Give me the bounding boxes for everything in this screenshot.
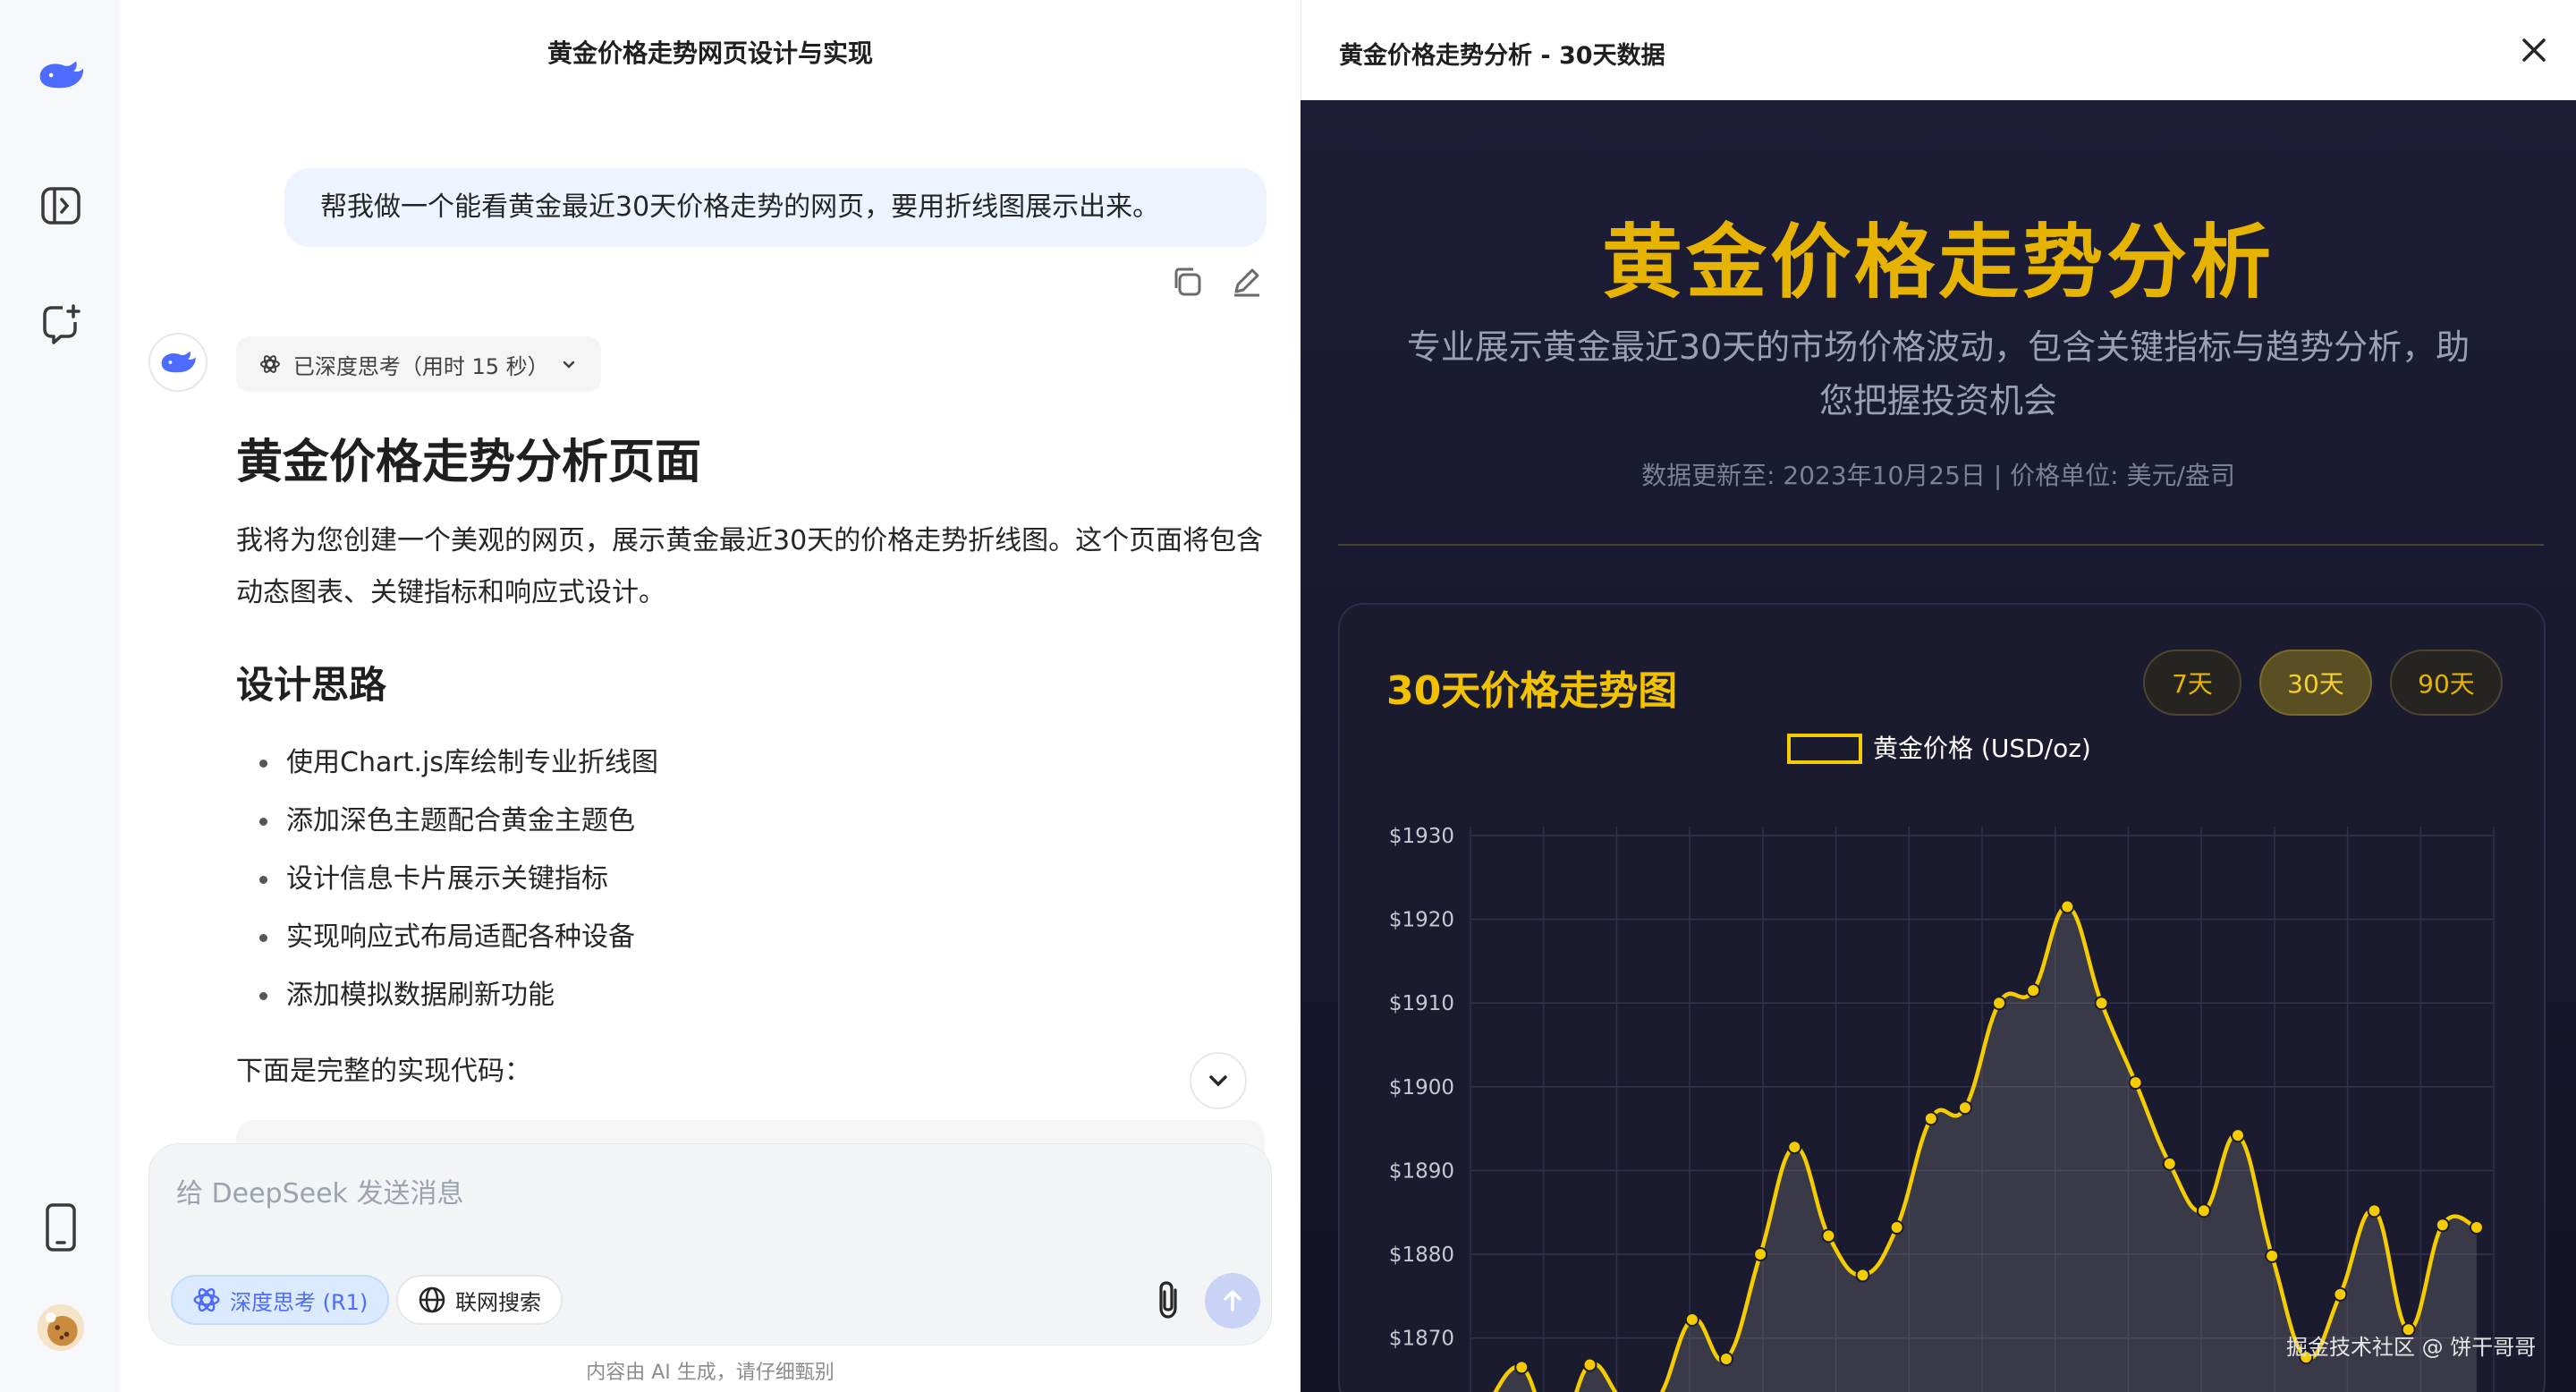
thinking-toggle[interactable]: 已深度思考（用时 15 秒） <box>236 336 601 392</box>
data-point[interactable] <box>2196 1203 2211 1218</box>
edit-icon[interactable] <box>1229 265 1263 302</box>
atom-icon <box>193 1287 220 1312</box>
y-tick-label: $1910 <box>1389 992 1454 1015</box>
chart-card-title: 30天价格走势图 <box>1386 668 1678 714</box>
data-point[interactable] <box>2162 1156 2177 1171</box>
data-point[interactable] <box>2333 1286 2348 1302</box>
data-point[interactable] <box>1514 1360 1530 1375</box>
data-point[interactable] <box>1821 1228 1836 1243</box>
divider <box>1338 544 2544 546</box>
user-avatar[interactable] <box>36 1303 86 1353</box>
list-item: 设计信息卡片展示关键指标 <box>259 850 658 908</box>
web-search-toggle[interactable]: 联网搜索 <box>396 1275 563 1325</box>
scroll-down-button[interactable] <box>1190 1052 1247 1109</box>
data-point[interactable] <box>1719 1352 1733 1366</box>
data-point[interactable] <box>2060 899 2075 914</box>
ai-disclaimer: 内容由 AI 生成，请仔细甄别 <box>586 1362 835 1384</box>
atom-icon <box>259 355 280 373</box>
page-subtitle: 专业展示黄金最近30天的市场价格波动，包含关键指标与趋势分析，助您把握投资机会 <box>1406 327 2470 420</box>
globe-icon <box>419 1286 445 1313</box>
y-tick-label: $1900 <box>1389 1076 1454 1099</box>
deepseek-logo-icon[interactable] <box>36 50 86 100</box>
section-heading: 设计思路 <box>236 663 387 707</box>
data-point[interactable] <box>1684 1312 1699 1328</box>
legend-label: 黄金价格 (USD/oz) <box>1873 734 2091 763</box>
phone-icon[interactable] <box>36 1202 86 1252</box>
data-point[interactable] <box>2128 1075 2143 1091</box>
y-tick-label: $1870 <box>1389 1328 1454 1351</box>
range-button-90d[interactable]: 90天 <box>2390 649 2503 716</box>
y-tick-label: $1890 <box>1389 1159 1454 1183</box>
data-point[interactable] <box>2265 1248 2280 1263</box>
y-tick-label: $1880 <box>1389 1243 1454 1267</box>
send-button[interactable] <box>1205 1273 1260 1328</box>
data-point[interactable] <box>1923 1111 1938 1126</box>
response-heading: 黄金价格走势分析页面 <box>236 436 702 489</box>
data-point[interactable] <box>1787 1140 1802 1155</box>
y-tick-label: $1930 <box>1389 825 1454 848</box>
copy-icon[interactable] <box>1170 265 1204 302</box>
preview-content: 黄金价格走势分析 专业展示黄金最近30天的市场价格波动，包含关键指标与趋势分析，… <box>1301 100 2576 1392</box>
data-point[interactable] <box>2094 996 2109 1011</box>
list-item: 使用Chart.js库绘制专业折线图 <box>259 734 658 792</box>
data-point[interactable] <box>2026 983 2041 998</box>
web-search-label: 联网搜索 <box>455 1289 541 1315</box>
data-point[interactable] <box>1992 996 2007 1011</box>
range-button-7d[interactable]: 7天 <box>2143 649 2241 716</box>
preview-header: 黄金价格走势分析 - 30天数据 <box>1301 0 2576 100</box>
conversation-title: 黄金价格走势网页设计与实现 <box>547 38 873 68</box>
icon-rail <box>0 0 120 1392</box>
data-point[interactable] <box>1855 1268 1870 1283</box>
list-item: 添加深色主题配合黄金主题色 <box>259 792 658 850</box>
close-icon[interactable] <box>2514 30 2554 70</box>
data-point[interactable] <box>1582 1357 1597 1372</box>
list-item: 实现响应式布局适配各种设备 <box>259 908 658 966</box>
deep-think-label: 深度思考 (R1) <box>230 1289 369 1315</box>
code-intro: 下面是完整的实现代码： <box>236 1056 531 1087</box>
new-chat-icon[interactable] <box>36 299 86 349</box>
chevron-down-icon <box>1209 1075 1227 1087</box>
message-composer[interactable]: 给 DeepSeek 发送消息 深度思考 (R1) 联网搜索 <box>148 1143 1272 1345</box>
data-point[interactable] <box>2367 1203 2382 1218</box>
user-message: 帮我做一个能看黄金最近30天价格走势的网页，要用折线图展示出来。 <box>284 168 1267 247</box>
preview-title: 黄金价格走势分析 - 30天数据 <box>1339 42 1665 70</box>
list-item: 添加模拟数据刷新功能 <box>259 966 658 1024</box>
update-meta: 数据更新至: 2023年10月25日 | 价格单位: 美元/盎司 <box>1641 461 2235 490</box>
data-point[interactable] <box>1957 1100 1972 1116</box>
data-point[interactable] <box>2469 1220 2484 1235</box>
chart-legend[interactable]: 黄金价格 (USD/oz) <box>1787 734 2091 764</box>
chat-panel: 黄金价格走势网页设计与实现 帮我做一个能看黄金最近30天价格走势的网页，要用折线… <box>120 0 1301 1392</box>
response-intro: 我将为您创建一个美观的网页，展示黄金最近30天的价格走势折线图。这个页面将包含动… <box>236 525 1264 608</box>
data-point[interactable] <box>1753 1247 1768 1261</box>
data-point[interactable] <box>2435 1218 2450 1233</box>
sidebar-toggle-icon[interactable] <box>36 181 86 231</box>
preview-panel: 黄金价格走势分析 - 30天数据 黄金价格走势分析 专业展示黄金最近30天的市场… <box>1301 0 2576 1392</box>
data-point[interactable] <box>2231 1128 2245 1143</box>
message-input[interactable]: 给 DeepSeek 发送消息 <box>176 1171 463 1210</box>
attach-icon[interactable] <box>1144 1275 1194 1325</box>
thinking-label: 已深度思考（用时 15 秒） <box>292 353 549 379</box>
assistant-avatar <box>148 333 208 392</box>
watermark: 掘金技术社区 @ 饼干哥哥 <box>2286 1335 2537 1360</box>
price-line-chart: $1930 $1920 $1910 $1900 $1890 $1880 $1870 黄金价格… <box>1389 734 2495 1392</box>
chevron-down-icon <box>563 361 575 369</box>
data-point[interactable] <box>1889 1220 1904 1235</box>
legend-swatch <box>1787 734 1862 764</box>
chart-card: 30天价格走势图 7天 30天 90天 $1930 $1920 $1910 $1900… <box>1338 603 2546 1392</box>
page-title: 黄金价格走势分析 <box>1602 216 2275 310</box>
deep-think-toggle[interactable]: 深度思考 (R1) <box>171 1275 390 1325</box>
range-button-30d[interactable]: 30天 <box>2259 649 2372 716</box>
y-tick-label: $1920 <box>1389 909 1454 932</box>
design-bullets: 使用Chart.js库绘制专业折线图 添加深色主题配合黄金主题色 设计信息卡片展… <box>259 734 658 1024</box>
arrow-up-icon <box>1224 1290 1241 1311</box>
